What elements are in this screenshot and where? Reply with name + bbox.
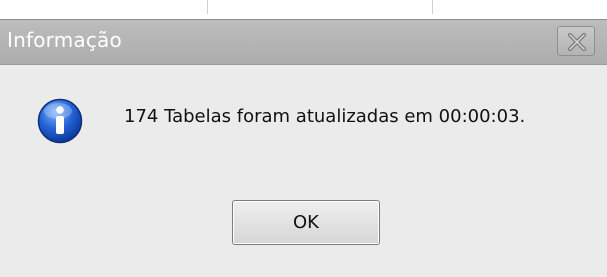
close-icon bbox=[568, 33, 586, 51]
background-divider bbox=[207, 0, 208, 14]
info-dialog: Informação 174 Tabelas foram atualizadas… bbox=[0, 19, 607, 277]
dialog-titlebar[interactable]: Informação bbox=[0, 20, 607, 65]
background-window bbox=[0, 0, 607, 20]
dialog-title: Informação bbox=[7, 28, 122, 52]
info-icon bbox=[37, 98, 83, 144]
close-button[interactable] bbox=[557, 26, 595, 56]
background-divider bbox=[432, 0, 433, 14]
dialog-message: 174 Tabelas foram atualizadas em 00:00:0… bbox=[124, 106, 526, 127]
ok-button[interactable]: OK bbox=[232, 200, 380, 245]
